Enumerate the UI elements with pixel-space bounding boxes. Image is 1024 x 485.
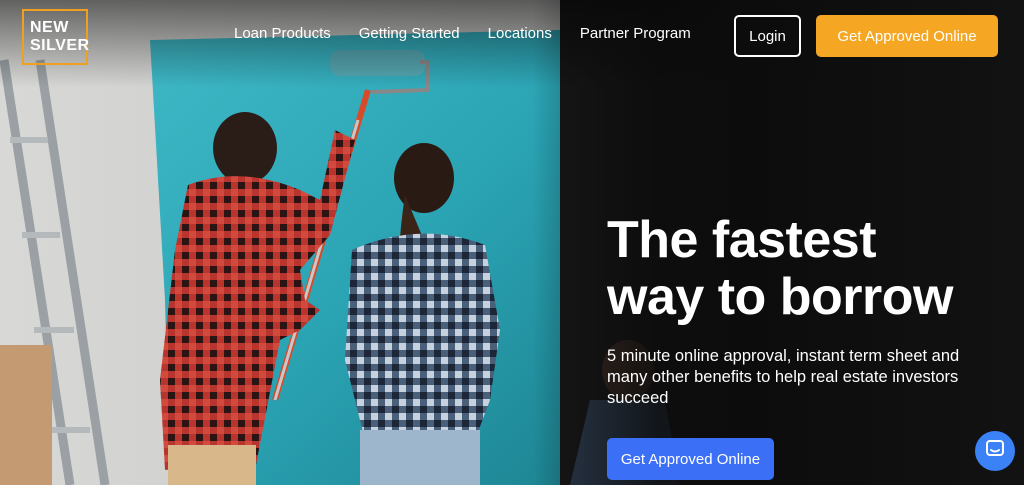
nav-item-getting-started[interactable]: Getting Started: [359, 23, 460, 45]
chat-bubble-icon: [985, 439, 1005, 464]
main-nav: Loan Products Getting Started Locations …: [234, 23, 719, 45]
hero-subtext: 5 minute online approval, instant term s…: [607, 347, 960, 407]
logo-text-new: NEW: [30, 19, 69, 36]
logo[interactable]: NEW SILVER: [22, 9, 90, 65]
logo-text-silver: SILVER: [30, 37, 90, 54]
hero-headline-line1: The fastest: [607, 211, 877, 269]
chat-launcher-button[interactable]: [975, 431, 1015, 471]
nav-item-partner-program[interactable]: Partner Program: [580, 23, 691, 45]
login-button[interactable]: Login: [734, 15, 801, 57]
hero-get-approved-button[interactable]: Get Approved Online: [607, 438, 774, 480]
nav-item-locations[interactable]: Locations: [488, 23, 552, 45]
hero-headline-line2: way to borrow: [607, 268, 953, 326]
header-get-approved-button[interactable]: Get Approved Online: [816, 15, 998, 57]
hero-headline: The fastest way to borrow: [607, 212, 1007, 326]
site-header: NEW SILVER Loan Products Getting Started…: [0, 0, 1024, 72]
nav-item-loan-products[interactable]: Loan Products: [234, 23, 331, 45]
